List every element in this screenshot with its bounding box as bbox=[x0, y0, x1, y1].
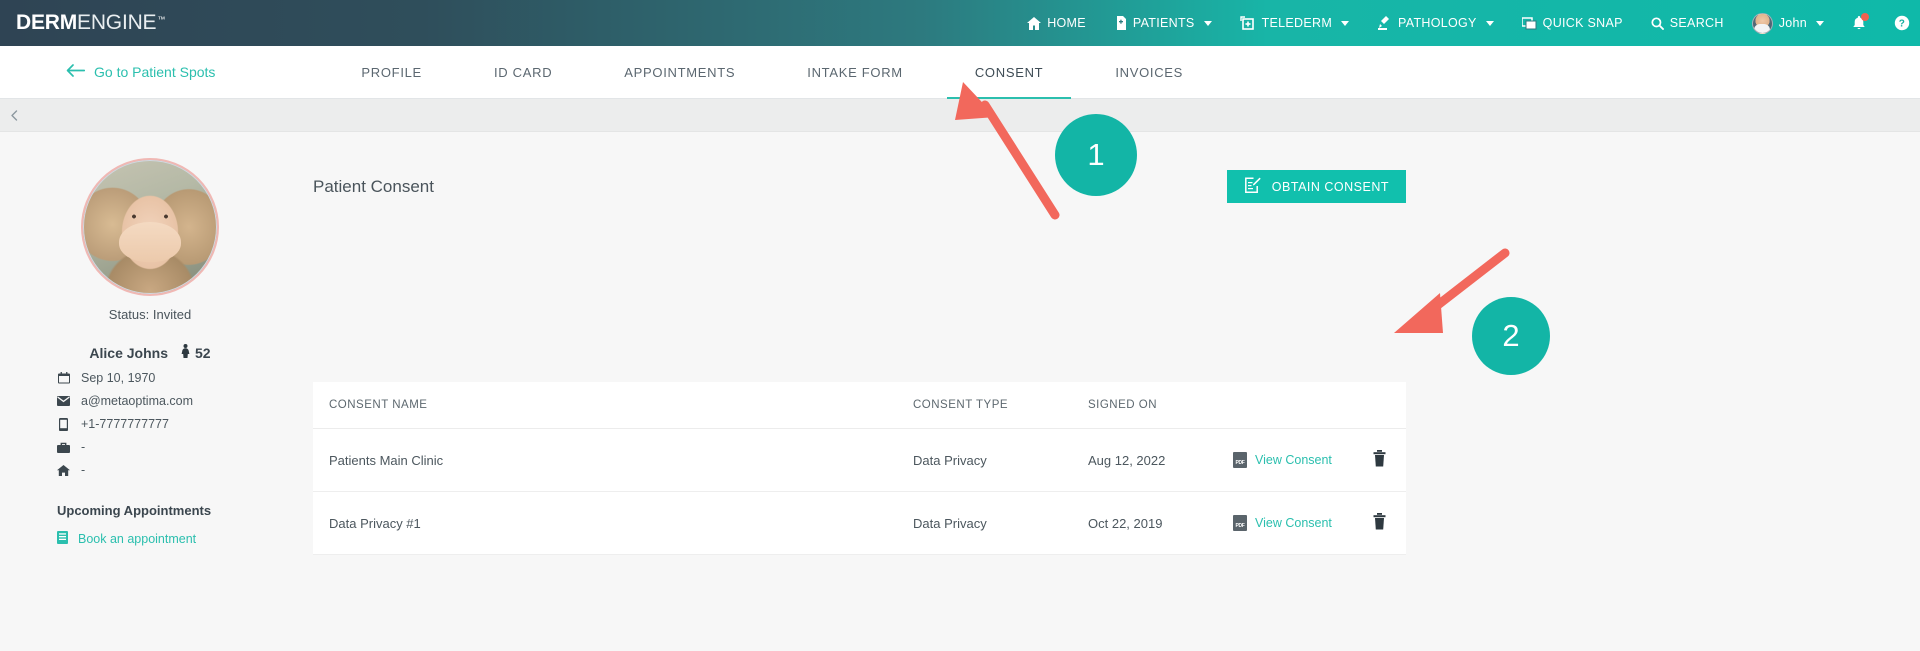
annotation-badge-2-label: 2 bbox=[1502, 318, 1520, 353]
annotation-badge-2: 2 bbox=[1472, 297, 1550, 375]
annotation-arrow-1 bbox=[955, 82, 1060, 220]
app-root: DERM ENGINE ™ HOME PATIENTS TELEDERM PAT… bbox=[0, 0, 1920, 651]
annotation-overlay bbox=[955, 82, 1510, 333]
annotation-badge-1-label: 1 bbox=[1087, 137, 1105, 172]
annotation-badge-1: 1 bbox=[1055, 114, 1137, 196]
